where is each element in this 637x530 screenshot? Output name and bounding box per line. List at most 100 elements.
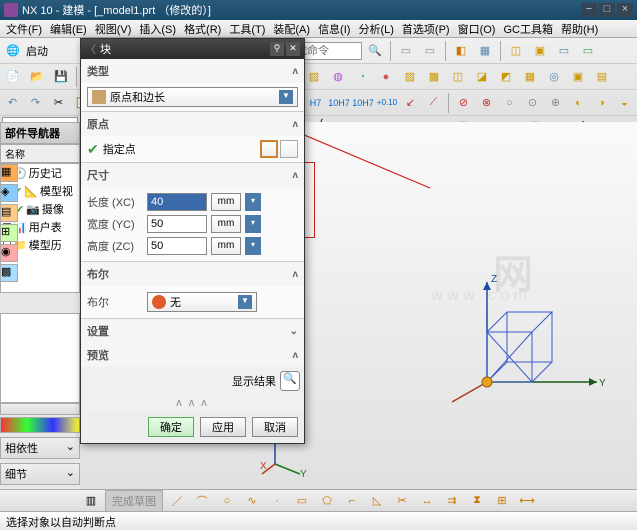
side-icon-2[interactable]: ◈ — [0, 184, 18, 202]
tb-a4[interactable]: ▦ — [474, 40, 496, 62]
side-icon-3[interactable]: ▤ — [0, 204, 18, 222]
menu-prefs[interactable]: 首选项(P) — [398, 21, 454, 37]
section-preview-header[interactable]: 预览ʌ — [81, 343, 304, 367]
sk-poly-icon[interactable]: ⬠ — [316, 490, 338, 512]
feat-sphere-icon[interactable]: ● — [375, 66, 397, 88]
sk-mir-icon[interactable]: ⧗ — [466, 490, 488, 512]
apply-button[interactable]: 应用 — [200, 417, 246, 437]
feat-9-icon[interactable]: ◩ — [495, 66, 517, 88]
sk-arc-icon[interactable]: ⌒ — [191, 490, 213, 512]
sk-cham-icon[interactable]: ◺ — [366, 490, 388, 512]
undo-icon[interactable]: ↶ — [2, 92, 23, 114]
c-6-icon[interactable]: ◐ — [568, 92, 589, 114]
chevron-down-icon[interactable]: ▼ — [238, 295, 252, 309]
tol-4[interactable]: +0.10 — [376, 92, 398, 114]
close-button[interactable]: × — [617, 3, 633, 17]
feat-block-icon[interactable]: ▧ — [303, 66, 325, 88]
xc-dd-icon[interactable]: ▾ — [245, 193, 261, 211]
menu-assembly[interactable]: 装配(A) — [269, 21, 314, 37]
new-icon[interactable]: 📄 — [2, 66, 24, 88]
sk-spline-icon[interactable]: ∿ — [241, 490, 263, 512]
finish-sketch-button[interactable]: 完成草图 — [105, 490, 163, 512]
menu-window[interactable]: 窗口(O) — [454, 21, 500, 37]
c-8-icon[interactable]: ◒ — [614, 92, 635, 114]
bool-combo[interactable]: 无 ▼ — [147, 292, 257, 312]
cut-icon[interactable]: ✂ — [48, 92, 69, 114]
section-bool-header[interactable]: 布尔ʌ — [81, 262, 304, 286]
magnifier-icon[interactable]: 🔍 — [280, 371, 300, 391]
menu-tools[interactable]: 工具(T) — [225, 21, 269, 37]
type-combo[interactable]: 原点和边长 ▼ — [87, 87, 298, 107]
sk-ext-icon[interactable]: ↔ — [416, 490, 438, 512]
point-constructor-button[interactable] — [260, 140, 278, 158]
menu-edit[interactable]: 编辑(E) — [46, 21, 91, 37]
c-7-icon[interactable]: ◑ — [591, 92, 612, 114]
section-dependency[interactable]: 相依性⌄ — [0, 437, 80, 459]
sk-fillet-icon[interactable]: ⌐ — [341, 490, 363, 512]
menu-file[interactable]: 文件(F) — [2, 21, 46, 37]
feat-10-icon[interactable]: ▦ — [519, 66, 541, 88]
sk-pat-icon[interactable]: ⊞ — [491, 490, 513, 512]
point-dialog-button[interactable] — [280, 140, 298, 158]
sketch-icon[interactable]: ▥ — [80, 490, 102, 512]
c-5-icon[interactable]: ⊕ — [545, 92, 566, 114]
feat-13-icon[interactable]: ▤ — [591, 66, 613, 88]
maximize-button[interactable]: □ — [599, 3, 615, 17]
minimize-button[interactable]: − — [581, 3, 597, 17]
tb-a2[interactable]: ▭ — [419, 40, 441, 62]
side-icon-4[interactable]: ⊞ — [0, 224, 18, 242]
save-icon[interactable]: 💾 — [50, 66, 72, 88]
sk-circle-icon[interactable]: ○ — [216, 490, 238, 512]
feat-5-icon[interactable]: ▨ — [399, 66, 421, 88]
zc-dd-icon[interactable]: ▾ — [245, 237, 261, 255]
feat-11-icon[interactable]: ◎ — [543, 66, 565, 88]
c-1-icon[interactable]: ⊘ — [453, 92, 474, 114]
sk-trim-icon[interactable]: ✂ — [391, 490, 413, 512]
redo-icon[interactable]: ↷ — [25, 92, 46, 114]
menu-view[interactable]: 视图(V) — [91, 21, 136, 37]
menu-gc[interactable]: GC工具箱 — [499, 21, 557, 37]
search-icon[interactable]: 🔍 — [364, 40, 386, 62]
zc-input[interactable] — [147, 237, 207, 255]
c-4-icon[interactable]: ⊙ — [522, 92, 543, 114]
pin-icon[interactable]: ⚲ — [270, 42, 284, 56]
feat-12-icon[interactable]: ▣ — [567, 66, 589, 88]
menu-info[interactable]: 信息(I) — [314, 21, 354, 37]
feat-7-icon[interactable]: ◫ — [447, 66, 469, 88]
feat-8-icon[interactable]: ◪ — [471, 66, 493, 88]
feat-6-icon[interactable]: ▩ — [423, 66, 445, 88]
yc-unit[interactable]: mm — [211, 215, 241, 233]
yc-dd-icon[interactable]: ▾ — [245, 215, 261, 233]
tb-a3[interactable]: ◧ — [450, 40, 472, 62]
section-type-header[interactable]: 类型ʌ — [81, 59, 304, 83]
ok-button[interactable]: 确定 — [148, 417, 194, 437]
menu-help[interactable]: 帮助(H) — [557, 21, 602, 37]
section-origin-header[interactable]: 原点ʌ — [81, 112, 304, 136]
side-icon-6[interactable]: ▩ — [0, 264, 18, 282]
tb-box-icon[interactable]: ▣ — [529, 40, 551, 62]
sk-rect-icon[interactable]: ▭ — [291, 490, 313, 512]
tb-a7[interactable]: ▭ — [553, 40, 575, 62]
c-3-icon[interactable]: ○ — [499, 92, 520, 114]
h-scrollbar[interactable] — [0, 403, 80, 415]
dialog-back-icon[interactable]: 〈 — [85, 41, 96, 57]
c-2-icon[interactable]: ⊗ — [476, 92, 497, 114]
cancel-button[interactable]: 取消 — [252, 417, 298, 437]
dialog-grip[interactable]: ʌ ʌ ʌ — [81, 395, 304, 411]
tol-1[interactable]: H7 — [305, 92, 326, 114]
section-detail[interactable]: 细节⌄ — [0, 463, 80, 485]
sk-line-icon[interactable]: ／ — [166, 490, 188, 512]
feat-cone-icon[interactable]: ◔ — [351, 66, 373, 88]
tb-cube-icon[interactable]: ◫ — [505, 40, 527, 62]
xc-unit[interactable]: mm — [211, 193, 241, 211]
xc-input[interactable] — [147, 193, 207, 211]
chevron-down-icon[interactable]: ▼ — [279, 90, 293, 104]
tb-a1[interactable]: ▭ — [395, 40, 417, 62]
menu-analyze[interactable]: 分析(L) — [354, 21, 397, 37]
section-settings-header[interactable]: 设置⌄ — [81, 319, 304, 343]
dim-a-icon[interactable]: ↙ — [400, 92, 421, 114]
sk-off-icon[interactable]: ⇉ — [441, 490, 463, 512]
sk-point-icon[interactable]: · — [266, 490, 288, 512]
dialog-close-icon[interactable]: ✕ — [286, 42, 300, 56]
nav-column-name[interactable]: 名称 — [0, 144, 80, 163]
